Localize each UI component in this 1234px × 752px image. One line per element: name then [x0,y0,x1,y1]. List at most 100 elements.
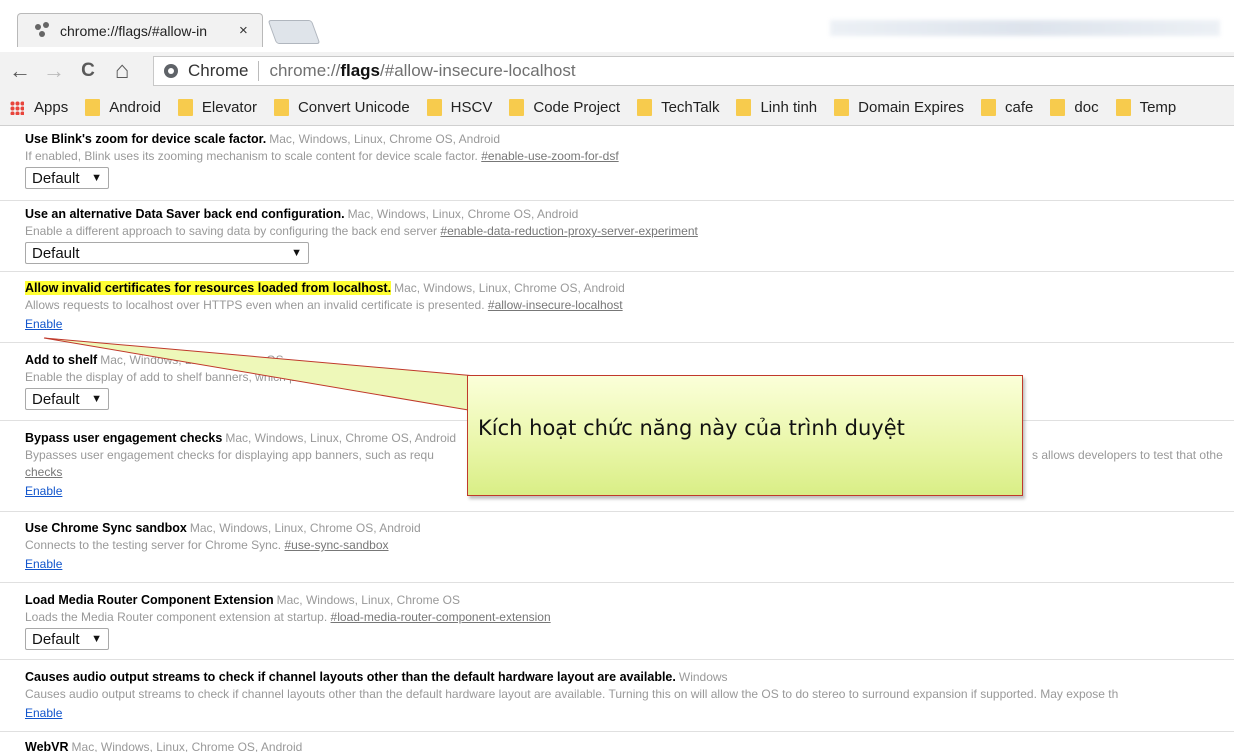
flag-entry: Load Media Router Component Extension Mac… [25,592,1234,650]
flag-entry: Causes audio output streams to check if … [25,669,1234,722]
bookmark-folder[interactable]: Android [85,99,161,116]
select-value: Default [32,390,80,408]
flag-entry: Use Chrome Sync sandbox Mac, Windows, Lin… [25,520,1234,573]
bookmark-label: doc [1074,99,1099,116]
bookmark-folder[interactable]: Code Project [509,99,620,116]
flag-platforms: Windows [678,670,728,684]
select-value: Default [32,244,80,262]
bookmark-label: TechTalk [661,99,720,116]
enable-link[interactable]: Enable [25,705,62,722]
flag-platforms: Mac, Windows, Linux, Chrome OS [276,593,461,607]
folder-icon [177,99,193,116]
security-chip[interactable]: Chrome [188,61,248,81]
back-icon[interactable]: ← [6,57,34,85]
enable-link[interactable]: Enable [25,483,62,500]
flag-platforms: Mac, Windows, Linux, Chrome OS [100,353,284,367]
flag-name: WebVR [25,740,69,752]
bookmark-folder[interactable]: Elevator [177,99,257,116]
bookmarks-bar: Apps Android Elevator Convert Unicode HS… [0,90,1234,126]
flag-platforms: Mac, Windows, Linux, Chrome OS, Android [269,132,501,146]
flag-platforms: Mac, Windows, Linux, Chrome OS, Android [71,740,303,752]
divider [0,271,1234,272]
reload-icon[interactable]: C [74,57,102,85]
flag-select[interactable]: Default ▼ [25,242,309,264]
bookmark-label: Apps [34,99,69,116]
flag-anchor-link[interactable]: #enable-data-reduction-proxy-server-expe… [440,224,697,238]
tab-flags[interactable]: chrome://flags/#allow-in × [17,13,263,47]
flag-entry-highlighted: Allow invalid certificates for resources… [25,280,1234,333]
flag-description: Allows requests to localhost over HTTPS … [25,298,485,312]
divider [0,511,1234,512]
bookmark-label: Code Project [533,99,621,116]
flag-select[interactable]: Default ▼ [25,167,109,189]
folder-icon [85,99,101,116]
enable-link[interactable]: Enable [25,316,62,333]
new-tab-button[interactable] [267,20,321,44]
flag-name: Use an alternative Data Saver back end c… [25,207,345,221]
bookmark-folder[interactable]: Domain Expires [834,99,964,116]
divider [0,342,1234,343]
bookmark-folder[interactable]: Temp [1115,99,1177,116]
bookmark-label: Convert Unicode [297,99,410,116]
close-icon[interactable]: × [239,22,248,39]
flag-entry: Use Blink's zoom for device scale factor… [25,131,1234,189]
dropdown-arrow-icon: ▼ [91,632,102,645]
folder-icon [426,99,442,116]
flag-platforms: Mac, Windows, Linux, Chrome OS, Android [225,431,457,445]
folder-icon [981,99,997,116]
bookmark-folder[interactable]: Convert Unicode [273,99,410,116]
flag-entry: WebVR Mac, Windows, Linux, Chrome OS, And… [25,739,1234,752]
annotation-callout: Kích hoạt chức năng này của trình duyệt [467,375,1023,496]
flag-description: Loads the Media Router component extensi… [25,610,328,624]
dropdown-arrow-icon: ▼ [291,246,302,259]
folder-icon [273,99,289,116]
flag-name: Add to shelf [25,353,98,367]
divider [0,582,1234,583]
forward-icon[interactable]: → [40,57,68,85]
flag-description: Enable the display of add to shelf banne… [25,370,429,384]
url-path: /#allow-insecure-localhost [380,61,576,80]
flag-name: Use Chrome Sync sandbox [25,521,187,535]
folder-icon [1050,99,1066,116]
flag-entry: Use an alternative Data Saver back end c… [25,206,1234,264]
flag-anchor-link[interactable]: #allow-insecure-localhost [488,298,623,312]
folder-icon [736,99,752,116]
flag-description: If enabled, Blink uses its zooming mecha… [25,149,478,163]
bookmark-label: Elevator [201,99,257,116]
dropdown-arrow-icon: ▼ [91,171,102,184]
folder-icon [637,99,653,116]
chrome-icon [164,64,178,78]
bookmark-folder[interactable]: cafe [981,99,1033,116]
flags-icon [34,21,52,40]
flag-anchor-link[interactable]: #enable-use-zoom-for-dsf [481,149,618,163]
bookmark-folder[interactable]: Linh tinh [736,99,817,116]
divider [0,200,1234,201]
address-bar[interactable]: Chrome chrome://flags/#allow-insecure-lo… [153,56,1234,86]
tab-strip: chrome://flags/#allow-in × [0,0,1234,47]
flag-name: Bypass user engagement checks [25,431,223,445]
bookmark-folder[interactable]: TechTalk [637,99,719,116]
home-icon[interactable]: ⌂ [108,57,136,85]
flag-select[interactable]: Default ▼ [25,628,109,650]
bookmark-label: Linh tinh [760,99,818,116]
url-host: flags [340,61,381,80]
tab-title: chrome://flags/#allow-in [60,22,208,39]
divider [0,731,1234,732]
bookmark-apps[interactable]: Apps [10,99,68,116]
bookmark-folder[interactable]: doc [1050,99,1099,116]
folder-icon [1115,99,1131,116]
bookmark-label: Temp [1139,99,1177,116]
flag-description-link[interactable]: checks [25,465,62,479]
divider [0,659,1234,660]
flag-anchor-link[interactable]: #load-media-router-component-extension [331,610,551,624]
bookmark-folder[interactable]: HSCV [426,99,492,116]
enable-link[interactable]: Enable [25,556,62,573]
flag-name: Use Blink's zoom for device scale factor… [25,132,267,146]
bookmark-label: cafe [1005,99,1034,116]
callout-text: Kích hoạt chức năng này của trình duyệt [478,416,905,440]
flag-platforms: Mac, Windows, Linux, Chrome OS, Android [189,521,421,535]
bookmark-label: Android [109,99,161,116]
flag-anchor-link[interactable]: #use-sync-sandbox [284,538,388,552]
flag-select[interactable]: Default ▼ [25,388,109,410]
folder-icon [509,99,525,116]
